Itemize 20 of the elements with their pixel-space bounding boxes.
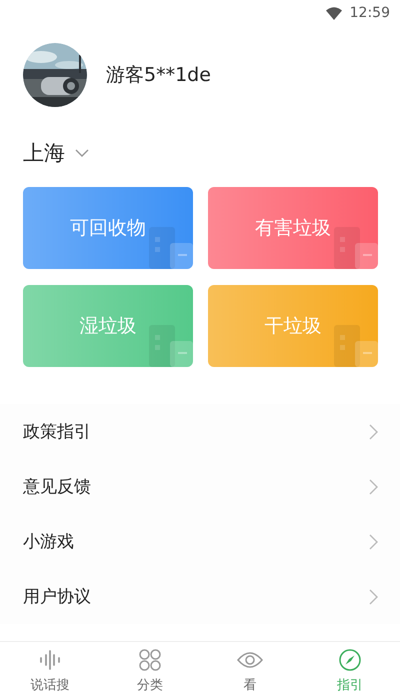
- sound-wave-icon: [39, 650, 61, 670]
- username: 游客5**1de: [106, 63, 211, 88]
- chevron-right-icon: [369, 478, 378, 494]
- wifi-icon: [326, 6, 342, 20]
- tab-item[interactable]: 分类: [100, 642, 200, 700]
- building-icon: [149, 325, 193, 367]
- chevron-right-icon: [369, 424, 378, 440]
- eye-icon: [237, 651, 263, 669]
- city-selector[interactable]: 上海: [23, 139, 65, 167]
- grid-icon: [139, 649, 161, 671]
- tab-item[interactable]: 看: [200, 642, 300, 700]
- chevron-down-icon[interactable]: [75, 149, 89, 157]
- building-icon: [334, 325, 378, 367]
- tab-item[interactable]: 说话搜: [0, 642, 100, 700]
- compass-icon: [339, 649, 361, 671]
- chevron-right-icon: [369, 534, 378, 550]
- building-icon: [334, 227, 378, 269]
- building-icon: [149, 227, 193, 269]
- chevron-right-icon: [369, 588, 378, 604]
- status-time: 12:59: [350, 5, 390, 21]
